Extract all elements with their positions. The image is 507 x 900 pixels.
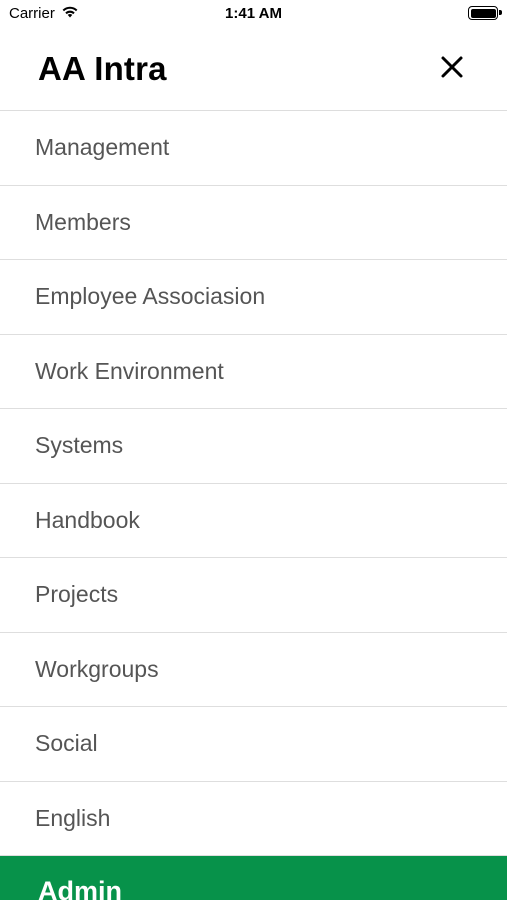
menu-item-language[interactable]: English — [0, 782, 507, 856]
close-icon — [441, 56, 463, 78]
menu-item-projects[interactable]: Projects — [0, 558, 507, 633]
menu-item-systems[interactable]: Systems — [0, 409, 507, 484]
menu-item-management[interactable]: Management — [0, 111, 507, 186]
menu-screen: Carrier 1:41 AM AA Intra Management Memb… — [0, 0, 507, 900]
menu-item-handbook[interactable]: Handbook — [0, 484, 507, 558]
menu-header: AA Intra — [0, 28, 507, 111]
menu-item-label: Members — [35, 208, 131, 235]
menu-item-employee-association[interactable]: Employee Associasion — [0, 260, 507, 335]
menu-item-label: Social — [35, 730, 98, 757]
menu-item-label: Employee Associasion — [35, 283, 266, 310]
battery-tip — [499, 10, 502, 15]
menu-item-workgroups[interactable]: Workgroups — [0, 633, 507, 707]
admin-label: Admin — [38, 876, 122, 900]
admin-button[interactable]: Admin — [0, 856, 507, 900]
menu-item-label: Systems — [35, 432, 124, 459]
menu-item-label: Projects — [35, 581, 119, 608]
menu-item-label: Handbook — [35, 506, 140, 533]
menu-item-label: English — [35, 804, 111, 831]
status-bar: Carrier 1:41 AM — [0, 0, 507, 28]
battery-level — [470, 8, 496, 18]
menu-item-label: Workgroups — [35, 655, 159, 682]
menu-item-label: Work Environment — [35, 357, 224, 384]
menu-item-social[interactable]: Social — [0, 707, 507, 782]
menu-item-work-environment[interactable]: Work Environment — [0, 335, 507, 409]
status-time: 1:41 AM — [225, 5, 282, 22]
menu-item-members[interactable]: Members — [0, 186, 507, 260]
menu-item-label: Management — [35, 134, 170, 161]
battery-icon — [468, 6, 502, 20]
close-button[interactable] — [437, 52, 469, 84]
app-title: AA Intra — [38, 50, 167, 87]
navigation-menu: Management Members Employee Associasion … — [0, 111, 507, 856]
